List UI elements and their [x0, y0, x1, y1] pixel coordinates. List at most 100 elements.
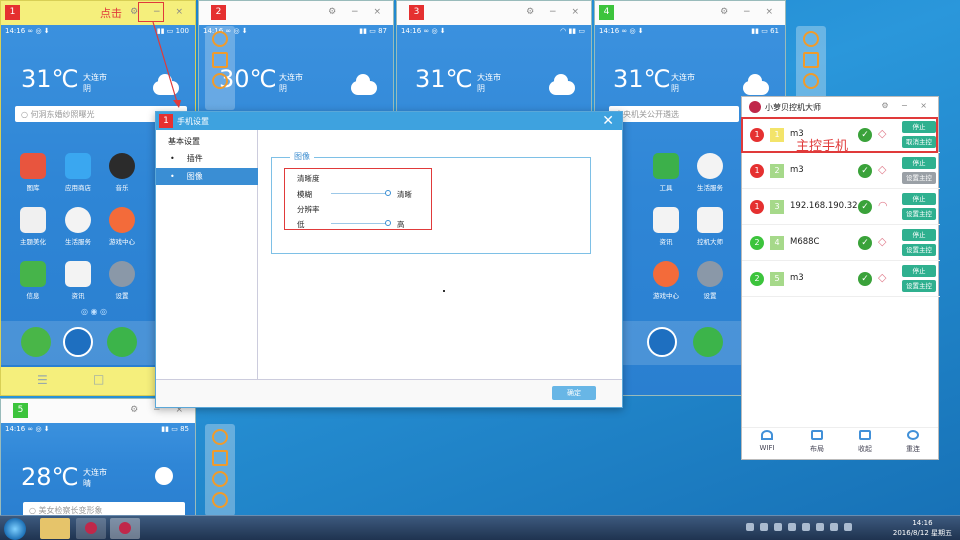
app-store[interactable]: 应用商店 [59, 153, 97, 192]
resolution-slider-knob[interactable] [385, 220, 391, 226]
master-phone-annotation: 主控手机 [796, 139, 849, 154]
wechat-icon[interactable] [21, 327, 51, 357]
set-master-button[interactable]: 设置主控 [902, 172, 936, 184]
app-themes[interactable]: 主题美化 [14, 207, 52, 246]
settings-sidebar: 基本设置 • 插件 • 图像 [156, 130, 258, 379]
wifi-button[interactable]: WIFI [744, 430, 790, 452]
control-master-taskbar-icon[interactable] [110, 518, 140, 539]
app-news[interactable]: 资讯 [59, 261, 97, 300]
phone-2-toolbar [205, 26, 235, 110]
app-music[interactable]: 音乐 [103, 153, 141, 192]
search-bar[interactable]: 中央机关公开遴选 [609, 106, 739, 122]
app-life-services[interactable]: 生活服务 [691, 153, 729, 192]
window-controls[interactable]: ⚙ − × [720, 7, 779, 17]
device-row[interactable]: 1 2 m3 ✓ ◇ 停止 设置主控 [742, 153, 940, 189]
zoom-icon[interactable] [212, 492, 228, 508]
message-icon [20, 261, 46, 287]
phone-call-icon[interactable] [107, 327, 137, 357]
panel-header[interactable]: 小萝贝控机大师 ⚙ − × [742, 97, 938, 117]
control-master-taskbar-icon[interactable] [76, 518, 106, 539]
app-control-master[interactable]: 控机大师 [691, 207, 729, 246]
window-controls[interactable]: ⚙ − × [328, 7, 387, 17]
menu-nav-icon[interactable]: ☰ [37, 373, 48, 387]
themes-icon [20, 207, 46, 233]
annotation-arrow [152, 21, 181, 108]
music-icon [109, 153, 135, 179]
device-row[interactable]: 1 3 192.168.190.32 ✓ ◠ 停止 设置主控 [742, 189, 940, 225]
device-status-badge: 2 [750, 272, 764, 286]
power-icon[interactable] [803, 31, 819, 47]
clarity-slider[interactable] [331, 190, 391, 196]
stop-button[interactable]: 停止 [902, 157, 936, 169]
sidebar-item-image[interactable]: • 图像 [156, 168, 258, 185]
phone-call-icon[interactable] [693, 327, 723, 357]
phone-titlebar[interactable]: 3 ⚙ − × [397, 1, 591, 25]
set-master-button[interactable]: 设置主控 [902, 208, 936, 220]
status-bar: 14:16 ∞ ◎ ⬇ ◠ ▮▮ ▭ [401, 27, 585, 35]
settings-gear-icon [109, 261, 135, 287]
stop-button[interactable]: 停止 [902, 193, 936, 205]
device-name: m3 [790, 165, 804, 175]
sidebar-heading: 基本设置 [168, 137, 200, 146]
system-tray[interactable] [746, 523, 876, 533]
clarity-min-label: 模糊 [297, 190, 312, 199]
resolution-slider[interactable] [331, 220, 391, 226]
fullscreen-icon[interactable] [212, 52, 228, 68]
app-game-center[interactable]: 游戏中心 [103, 207, 141, 246]
clarity-slider-knob[interactable] [385, 190, 391, 196]
compass-icon[interactable] [647, 327, 677, 357]
taskbar-clock[interactable]: 14:16 2016/8/12 星期五 [893, 518, 952, 538]
set-master-button[interactable]: 设置主控 [902, 244, 936, 256]
window-controls[interactable]: ⚙ − × [881, 101, 932, 110]
battery-level: ▮▮ ▭ 85 [161, 425, 189, 433]
power-icon[interactable] [212, 31, 228, 47]
collapse-button[interactable]: 收起 [842, 430, 888, 454]
rotate-icon[interactable] [212, 73, 228, 89]
weather-temperature: 31℃ [21, 65, 79, 93]
rotate-icon[interactable] [803, 73, 819, 89]
cloud-icon [549, 74, 575, 95]
power-icon[interactable] [212, 429, 228, 445]
usb-tag-icon: ◇ [878, 163, 887, 176]
resolution-label: 分辨率 [297, 205, 320, 214]
app-game-center[interactable]: 游戏中心 [647, 261, 685, 300]
layout-button[interactable]: 布局 [794, 430, 840, 454]
app-settings[interactable]: 设置 [691, 261, 729, 300]
checkmark-icon: ✓ [858, 164, 872, 178]
device-row[interactable]: 2 4 M688C ✓ ◇ 停止 设置主控 [742, 225, 940, 261]
close-icon[interactable]: ✕ [602, 112, 614, 130]
stop-button[interactable]: 停止 [902, 229, 936, 241]
checkmark-icon: ✓ [858, 200, 872, 214]
gamepad-icon [653, 261, 679, 287]
app-settings[interactable]: 设置 [103, 261, 141, 300]
app-gallery[interactable]: 图库 [14, 153, 52, 192]
window-controls[interactable]: ⚙ − × [526, 7, 585, 17]
dialog-titlebar[interactable]: 1 手机设置 ✕ [156, 112, 622, 130]
device-row[interactable]: 2 5 m3 ✓ ◇ 停止 设置主控 [742, 261, 940, 297]
home-nav-icon[interactable]: □ [93, 372, 104, 386]
compass-icon[interactable] [63, 327, 93, 357]
app-messages[interactable]: 信息 [14, 261, 52, 300]
phone-4-toolbar [796, 26, 826, 100]
reconnect-button[interactable]: 重连 [890, 430, 936, 454]
app-news[interactable]: 资讯 [647, 207, 685, 246]
device-status-badge: 1 [750, 164, 764, 178]
layout-icon [811, 430, 823, 440]
image-settings-group: 图像 清晰度 模糊 清晰 分辨率 低 高 [271, 151, 591, 254]
sidebar-item-plugins[interactable]: • 插件 [156, 150, 258, 167]
phone-titlebar[interactable]: 2 ⚙ − × [199, 1, 393, 25]
fullscreen-icon[interactable] [803, 52, 819, 68]
app-tools[interactable]: 工具 [647, 153, 685, 192]
app-life-services[interactable]: 生活服务 [59, 207, 97, 246]
explorer-taskbar-icon[interactable] [40, 518, 70, 539]
stop-button[interactable]: 停止 [902, 265, 936, 277]
ok-button[interactable]: 确定 [552, 386, 596, 400]
start-button[interactable] [4, 518, 26, 540]
phone-titlebar[interactable]: 4 ⚙ − × [595, 1, 785, 25]
phone-screen[interactable]: 14:16 ∞ ◎ ⬇ ▮▮ ▭ 85 28℃ 大连市晴 ○ 美女检察长变形象 [1, 423, 195, 517]
rotate-icon[interactable] [212, 471, 228, 487]
fullscreen-icon[interactable] [212, 450, 228, 466]
sun-icon [155, 467, 173, 485]
set-master-button[interactable]: 设置主控 [902, 280, 936, 292]
phone-window-5[interactable]: 5 ⚙ − × 14:16 ∞ ◎ ⬇ ▮▮ ▭ 85 28℃ 大连市晴 ○ 美… [0, 398, 196, 518]
